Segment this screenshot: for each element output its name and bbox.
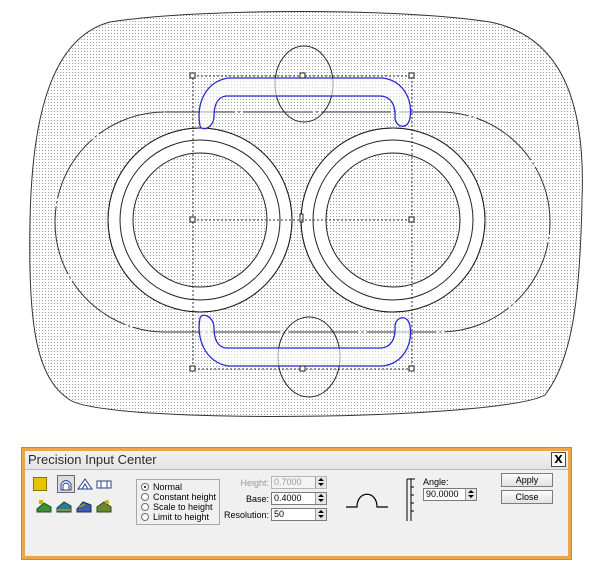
resolution-field[interactable]: 50 [271,508,327,521]
relief-blue-icon[interactable] [75,497,93,515]
base-label: Base: [245,494,269,504]
roof-icon[interactable] [76,475,94,493]
height-label: Height: [240,478,269,488]
close-icon[interactable]: X [551,452,566,467]
angle-field[interactable]: 90.0000 [423,488,477,501]
angle-label: Angle: [423,477,449,487]
base-field[interactable]: 0.4000 [271,492,327,505]
radio-icon[interactable] [141,493,149,501]
radio-icon[interactable] [141,513,149,521]
mode-limit-to-height[interactable]: Limit to height [141,512,209,523]
dialog-titlebar[interactable]: Precision Input Center X [25,451,568,470]
relief-teal-icon[interactable] [55,497,73,515]
radio-icon[interactable] [141,503,149,511]
base-stepper[interactable] [315,493,326,504]
left-ring-group[interactable] [107,127,293,313]
precision-input-dialog: Precision Input Center X Normal Constant… [21,447,572,560]
height-field: 0.7000 [271,476,327,489]
close-button[interactable]: Close [501,490,553,504]
shape-mode-group: Normal Constant height Scale to height L… [136,479,220,525]
height-stepper [315,477,326,488]
color-swatch-icon[interactable] [33,477,47,491]
dialog-title: Precision Input Center [28,452,157,467]
radio-selected-icon[interactable] [141,483,149,491]
angle-stepper[interactable] [465,489,476,500]
resolution-stepper[interactable] [315,509,326,520]
dome-icon[interactable] [57,475,75,493]
apply-button[interactable]: Apply [501,473,553,487]
center-notch [299,213,304,223]
profile-preview [346,493,388,508]
relief-green-icon[interactable] [35,497,53,515]
drawing-canvas[interactable] [0,0,600,430]
scale-ruler [406,478,415,521]
resolution-label: Resolution: [223,510,269,520]
relief-olive-icon[interactable] [95,497,113,515]
flat-bar-icon[interactable] [95,475,113,493]
